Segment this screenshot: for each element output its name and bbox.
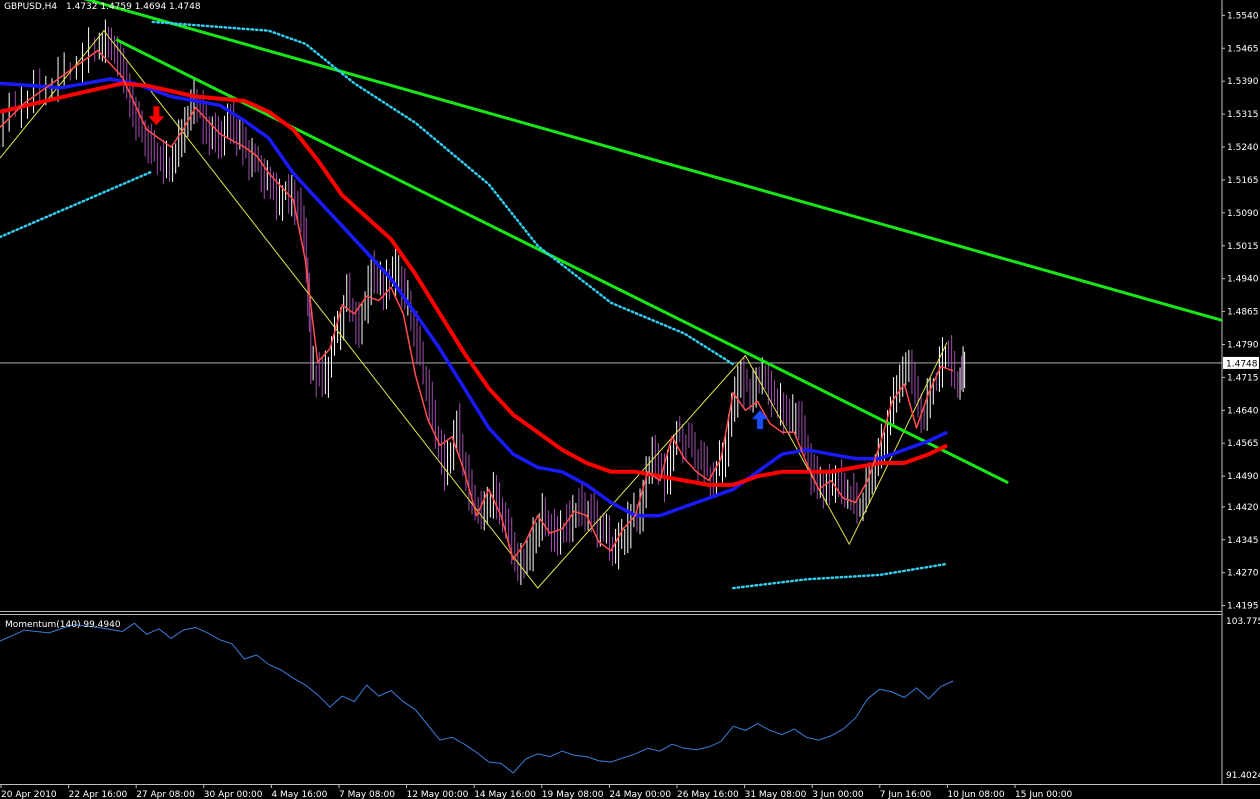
time-tick-label: 3 Jun 00:00 — [812, 790, 864, 799]
chart-header-ohlc: 1.4732 1.4759 1.4694 1.4748 — [66, 2, 201, 12]
momentum-label: Momentum(140) 99.4940 — [5, 620, 121, 630]
chart-header-symbol: GBPUSD,H4 — [4, 2, 57, 12]
time-tick-label: 24 May 00:00 — [609, 790, 671, 799]
price-tick-label: 1.4790 — [1227, 340, 1259, 350]
time-tick-label: 22 Apr 16:00 — [69, 790, 128, 799]
momentum-scale-top: 103.775 — [1226, 617, 1260, 627]
price-tick-label: 1.5165 — [1227, 176, 1259, 186]
current-price-label: 1.4748 — [1226, 359, 1258, 369]
price-tick-label: 1.5540 — [1227, 11, 1259, 21]
price-tick-label: 1.4565 — [1227, 439, 1259, 449]
momentum-line — [0, 622, 954, 774]
price-chart[interactable]: 1.5540 1.5465 1.5390 1.5315 1.5240 1.5165 1.50… — [0, 0, 1260, 799]
time-tick-label: 15 Jun 00:00 — [1015, 790, 1072, 799]
price-tick-label: 1.4195 — [1227, 602, 1259, 612]
price-tick-label: 1.5090 — [1227, 209, 1259, 219]
time-tick-label: 27 Apr 08:00 — [136, 790, 195, 799]
time-tick-label: 30 Apr 00:00 — [204, 790, 263, 799]
price-tick-label: 1.4865 — [1227, 308, 1259, 318]
time-tick-label: 7 Jun 16:00 — [880, 790, 932, 799]
price-tick-label: 1.4715 — [1227, 373, 1259, 383]
price-tick-label: 1.5315 — [1227, 110, 1259, 120]
time-tick-label: 19 May 08:00 — [542, 790, 604, 799]
time-tick-label: 12 May 00:00 — [407, 790, 469, 799]
buy-arrow-icon — [752, 410, 769, 430]
dotted-band — [0, 169, 155, 239]
momentum-scale-bottom: 91.4024 — [1226, 771, 1260, 781]
price-tick-label: 1.4640 — [1227, 406, 1259, 416]
sell-arrow-icon — [148, 106, 165, 126]
time-tick-label: 31 May 08:00 — [745, 790, 807, 799]
price-tick-label: 1.4270 — [1227, 569, 1259, 579]
time-tick-label: 14 May 16:00 — [474, 790, 536, 799]
time-tick-label: 4 May 16:00 — [271, 790, 327, 799]
ma-fast-line — [0, 49, 954, 561]
dotted-band — [731, 562, 949, 590]
dotted-band — [151, 20, 735, 366]
ma-blue-line — [0, 77, 948, 518]
price-tick-label: 1.4940 — [1227, 275, 1259, 285]
chart-window[interactable]: 1.5540 1.5465 1.5390 1.5315 1.5240 1.5165 1.50… — [0, 0, 1260, 799]
price-tick-label: 1.5465 — [1227, 44, 1259, 54]
time-tick-label: 20 Apr 2010 — [1, 790, 57, 799]
time-tick-label: 26 May 16:00 — [677, 790, 739, 799]
price-tick-label: 1.4490 — [1227, 472, 1259, 482]
time-tick-label: 7 May 08:00 — [339, 790, 395, 799]
trendline[interactable] — [115, 38, 1009, 485]
price-tick-label: 1.5390 — [1227, 77, 1259, 87]
price-tick-label: 1.4420 — [1227, 503, 1259, 513]
price-tick-label: 1.4345 — [1227, 536, 1259, 546]
time-tick-label: 10 Jun 08:00 — [947, 790, 1004, 799]
price-tick-label: 1.5240 — [1227, 143, 1259, 153]
price-tick-label: 1.5015 — [1227, 242, 1259, 252]
trendline[interactable] — [73, 0, 1223, 322]
